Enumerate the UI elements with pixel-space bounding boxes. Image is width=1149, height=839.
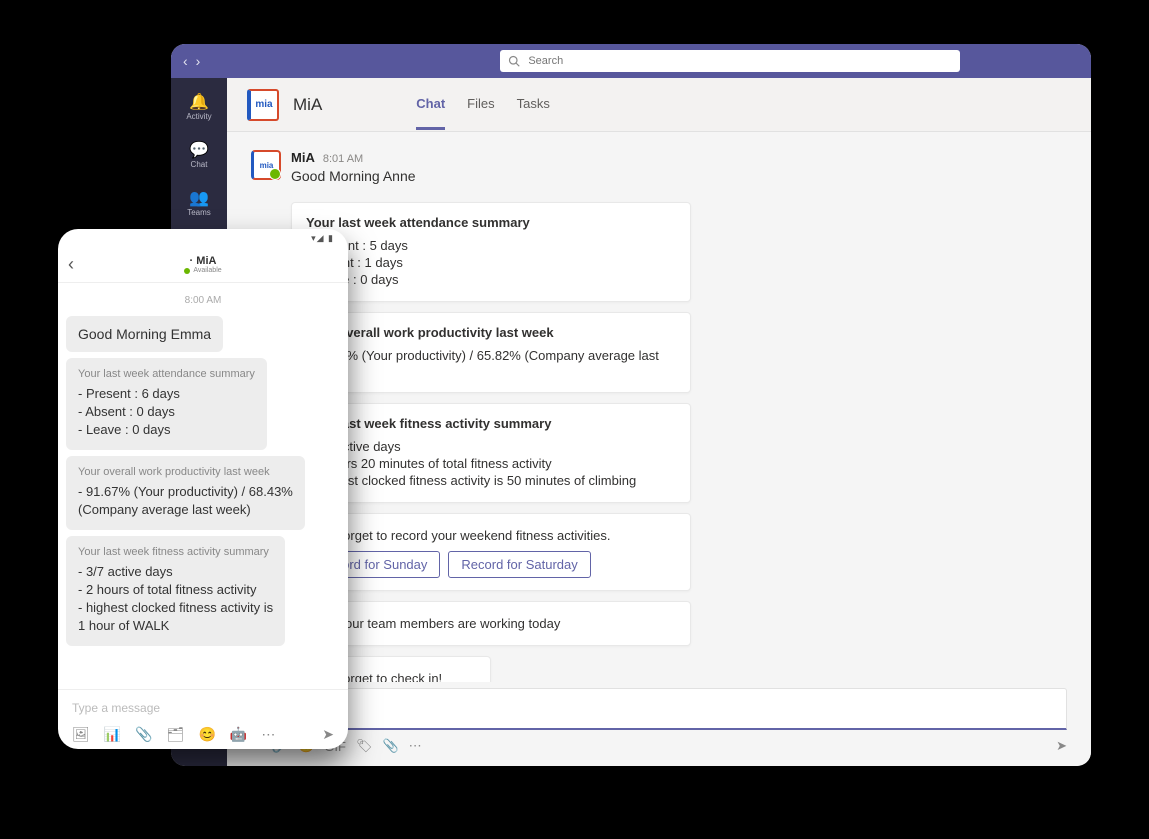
sticker-icon[interactable]: 🏷 [356,738,373,754]
mobile-timestamp: 8:00 AM [66,295,340,306]
mobile-scroll-area[interactable]: 8:00 AM Good Morning Emma Your last week… [58,283,348,689]
card-text: Don't forget to record your weekend fitn… [306,528,676,543]
card-line: - 4 hours 20 minutes of total fitness ac… [306,456,676,471]
emoji-icon[interactable]: 😊 [198,726,215,743]
bot-avatar-icon: mia [251,150,281,180]
app-logo-icon: mia [247,89,279,121]
search-icon [508,55,520,67]
bubble-line: - Absent : 0 days [78,404,255,419]
card-line: - Leave : 0 days [306,272,676,287]
search-box[interactable] [500,50,960,72]
image-icon[interactable]: 🖼 [72,726,90,743]
card-line: - Present : 5 days [306,238,676,253]
tab-chat[interactable]: Chat [416,80,445,130]
message-time: 8:01 AM [323,153,363,165]
chat-header: mia MiA Chat Files Tasks [227,78,1091,132]
sidenav-label: Teams [187,208,211,217]
bubble-title: Your last week fitness activity summary [78,546,273,558]
card-line: - 4/7 active days [306,439,676,454]
fitness-card: Your last week fitness activity summary … [291,403,691,503]
bell-icon: 🔔 [189,95,209,111]
teams-icon: 👥 [189,191,209,207]
attach-icon[interactable]: 📎 [135,726,152,743]
sidenav-label: Activity [186,112,211,121]
bubble-line: 1 hour of WALK [78,618,273,633]
presence-icon [184,268,190,274]
more-icon[interactable]: ⋯ [261,726,275,743]
nav-back-icon[interactable]: ‹ [183,53,188,69]
message-sender: MiA [291,150,315,165]
sidenav-teams[interactable]: 👥 Teams [175,182,223,226]
more-icon[interactable]: ⋯ [409,738,422,754]
mobile-chat-title: · MiA [190,255,217,267]
greeting-text: Good Morning Anne [291,168,416,184]
card-line: - Highest clocked fitness activity is 50… [306,473,676,488]
bubble-line: - Present : 6 days [78,386,255,401]
back-icon[interactable]: ‹ [68,254,88,275]
card-line: - 86.25% (Your productivity) / 65.82% (C… [306,348,676,378]
nav-forward-icon[interactable]: › [196,53,201,69]
phone-statusbar: ▾◢ ▮ [58,229,348,247]
sidenav-label: Chat [191,160,208,169]
weekend-card: Don't forget to record your weekend fitn… [291,513,691,591]
record-saturday-button[interactable]: Record for Saturday [448,551,590,578]
files-icon[interactable]: 🗂 [167,726,185,743]
chat-title: MiA [293,95,322,115]
sidenav-activity[interactable]: 🔔 Activity [175,86,223,130]
teams-titlebar: ‹ › [171,44,1091,78]
mobile-header: ‹ · MiA Available [58,247,348,283]
bubble-title: Your last week attendance summary [78,368,255,380]
card-title: Your last week fitness activity summary [306,416,676,431]
message: mia MiA 8:01 AM Good Morning Anne [251,150,1067,194]
sidenav-chat[interactable]: 💬 Chat [175,134,223,178]
message-composer[interactable] [251,688,1067,730]
chart-icon[interactable]: 📊 [104,726,121,743]
tab-files[interactable]: Files [467,80,494,130]
bubble-line: - 3/7 active days [78,564,273,579]
mobile-footer: Type a message 🖼 📊 📎 🗂 😊 🤖 ⋯ ➤ [58,689,348,749]
bubble-line: - 91.67% (Your productivity) / 68.43% [78,484,293,499]
card-text: All of your team members are working tod… [306,616,676,631]
team-status-card: All of your team members are working tod… [291,601,691,646]
mobile-productivity-bubble: Your overall work productivity last week… [66,456,305,530]
card-title: Your last week attendance summary [306,215,676,230]
tab-tasks[interactable]: Tasks [517,80,550,130]
mobile-message-input[interactable]: Type a message [64,694,342,722]
attendance-card: Your last week attendance summary - Pres… [291,202,691,302]
search-input[interactable] [526,54,952,68]
bubble-line: - 2 hours of total fitness activity [78,582,273,597]
mobile-attendance-bubble: Your last week attendance summary - Pres… [66,358,267,450]
bubble-line: - highest clocked fitness activity is [78,600,273,615]
bot-icon[interactable]: 🤖 [230,726,247,743]
mobile-greeting-bubble: Good Morning Emma [66,316,223,352]
bubble-title: Your overall work productivity last week [78,466,293,478]
mobile-window: ▾◢ ▮ ‹ · MiA Available 8:00 AM Good Morn… [58,229,348,749]
bubble-line: - Leave : 0 days [78,422,255,437]
send-icon[interactable]: ➤ [322,726,334,743]
chat-scroll-area[interactable]: mia MiA 8:01 AM Good Morning Anne Your l… [227,132,1091,682]
composer-toolbar: ✎ 🔗 😊 GIF 🏷 📎 ⋯ ➤ [251,738,1067,754]
send-icon[interactable]: ➤ [1056,738,1067,754]
mobile-fitness-bubble: Your last week fitness activity summary … [66,536,285,646]
card-line: - Absent : 1 days [306,255,676,270]
presence-text: Available [193,267,221,274]
attach-icon[interactable]: 📎 [382,738,398,754]
card-title: Your overall work productivity last week [306,325,676,340]
bubble-line: (Company average last week) [78,502,293,517]
productivity-card: Your overall work productivity last week… [291,312,691,393]
chat-icon: 💬 [189,143,209,159]
